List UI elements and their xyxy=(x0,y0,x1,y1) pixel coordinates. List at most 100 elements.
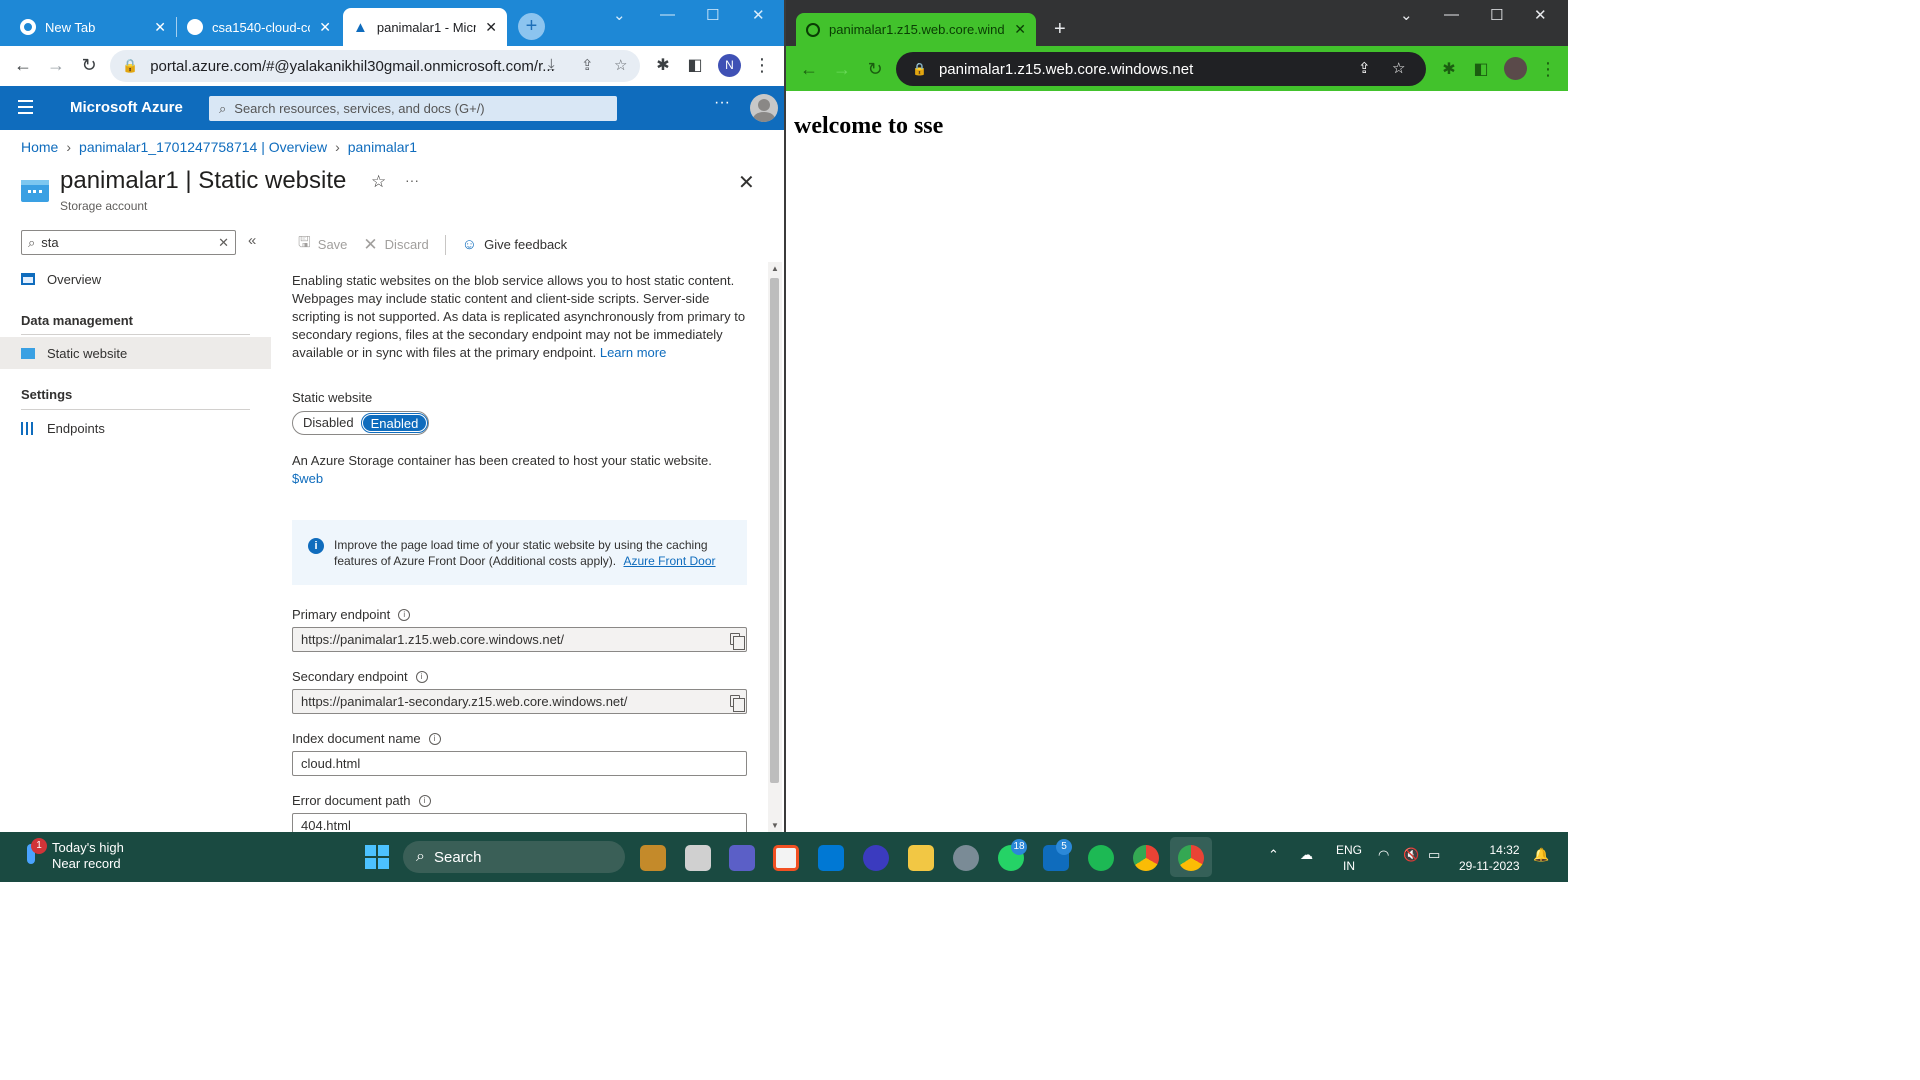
breadcrumb-home[interactable]: Home xyxy=(21,139,58,155)
tab-static-site[interactable]: panimalar1.z15.web.core.window ✕ xyxy=(796,13,1036,46)
share-icon[interactable]: ⇪ xyxy=(1358,59,1371,77)
scroll-thumb[interactable] xyxy=(770,278,779,783)
minimize-button[interactable]: — xyxy=(1444,6,1459,23)
close-icon[interactable]: ✕ xyxy=(319,19,331,36)
copilot-icon[interactable] xyxy=(863,845,889,871)
bookmark-star-icon[interactable]: ☆ xyxy=(1392,59,1405,77)
notification-bell-icon[interactable]: 🔔 xyxy=(1533,847,1549,863)
close-window-button[interactable]: ✕ xyxy=(752,6,765,24)
brand-name[interactable]: Microsoft Azure xyxy=(70,99,183,116)
global-search-input[interactable]: ⌕ Search resources, services, and docs (… xyxy=(209,96,617,121)
toggle-disabled-option[interactable]: Disabled xyxy=(295,414,362,432)
primary-endpoint-field[interactable]: https://panimalar1.z15.web.core.windows.… xyxy=(292,627,747,652)
reload-icon[interactable]: ↻ xyxy=(77,55,101,76)
chrome-menu-icon[interactable]: ⋮ xyxy=(1536,59,1560,80)
toggle-enabled-option[interactable]: Enabled xyxy=(360,413,429,433)
tab-azure-portal[interactable]: ▲ panimalar1 - Micr ✕ xyxy=(343,8,507,46)
clear-icon[interactable]: ✕ xyxy=(218,235,229,251)
wifi-icon[interactable]: ◠ xyxy=(1378,847,1389,863)
language-indicator[interactable]: ENG IN xyxy=(1336,842,1362,874)
forward-arrow-icon[interactable]: → xyxy=(830,59,854,80)
close-icon[interactable]: ✕ xyxy=(154,19,166,36)
address-bar[interactable]: 🔒 portal.azure.com/#@yalakanikhil30gmail… xyxy=(110,50,640,82)
more-icon[interactable]: ··· xyxy=(405,172,419,188)
sidebar-item-static-website[interactable]: Static website xyxy=(0,337,271,369)
file-explorer-icon[interactable] xyxy=(908,845,934,871)
chrome-profile-n-icon[interactable] xyxy=(1133,845,1159,871)
back-arrow-icon[interactable]: ← xyxy=(11,55,35,76)
favorite-star-icon[interactable]: ☆ xyxy=(371,172,386,192)
address-bar[interactable]: 🔒 panimalar1.z15.web.core.windows.net ⇪ … xyxy=(896,52,1426,86)
clock[interactable]: 14:32 29-11-2023 xyxy=(1459,842,1520,874)
chevron-down-icon[interactable]: ⌄ xyxy=(1400,6,1413,24)
breadcrumb-overview[interactable]: panimalar1_1701247758714 | Overview xyxy=(79,139,327,155)
weather-widget[interactable]: 1 Today's high Near record xyxy=(22,838,124,872)
index-document-input[interactable]: cloud.html xyxy=(292,751,747,776)
sidebar-search-input[interactable]: ⌕ sta ✕ xyxy=(21,230,236,255)
azure-front-door-link[interactable]: Azure Front Door xyxy=(623,554,715,568)
collapse-sidebar-icon[interactable]: « xyxy=(248,232,256,249)
spotify-icon[interactable] xyxy=(1088,845,1114,871)
side-panel-icon[interactable]: ◧ xyxy=(1469,59,1493,79)
sidebar-item-overview[interactable]: Overview xyxy=(0,263,271,295)
close-blade-icon[interactable]: ✕ xyxy=(738,170,755,195)
myhp-icon[interactable] xyxy=(818,845,844,871)
scroll-up-icon[interactable]: ▲ xyxy=(771,264,779,273)
profile-avatar[interactable]: N xyxy=(718,54,741,77)
teams-icon[interactable] xyxy=(729,845,755,871)
tab-new-tab[interactable]: New Tab ✕ xyxy=(10,8,176,46)
share-icon[interactable]: ⇪ xyxy=(581,56,594,74)
speaker-muted-icon[interactable]: 🔇 xyxy=(1403,847,1419,863)
more-options-icon[interactable]: ··· xyxy=(714,94,730,112)
profile-avatar[interactable] xyxy=(1504,57,1527,80)
copy-icon[interactable] xyxy=(730,695,745,712)
error-document-input[interactable]: 404.html xyxy=(292,813,747,832)
copilot-preview-icon[interactable] xyxy=(640,845,666,871)
web-container-link[interactable]: $web xyxy=(292,471,323,486)
install-icon[interactable]: ⤓ xyxy=(548,56,555,73)
taskbar-search[interactable]: ⌕ Search xyxy=(403,841,625,873)
close-window-button[interactable]: ✕ xyxy=(1534,6,1547,24)
windows-start-icon[interactable] xyxy=(365,845,389,869)
reload-icon[interactable]: ↻ xyxy=(863,59,887,80)
save-button[interactable]: 🖫 Save xyxy=(298,232,347,257)
secondary-endpoint-field[interactable]: https://panimalar1-secondary.z15.web.cor… xyxy=(292,689,747,714)
side-panel-icon[interactable]: ◧ xyxy=(683,55,707,75)
onedrive-icon[interactable]: ☁ xyxy=(1300,847,1313,863)
sidebar-item-endpoints[interactable]: Endpoints xyxy=(0,412,271,444)
bookmark-star-icon[interactable]: ☆ xyxy=(614,56,627,74)
close-icon[interactable]: ✕ xyxy=(1014,21,1026,38)
mail-icon[interactable]: 5 xyxy=(1043,839,1072,871)
give-feedback-button[interactable]: ☺ Give feedback xyxy=(462,236,567,253)
maximize-button[interactable]: ☐ xyxy=(706,6,719,24)
chrome-icon[interactable] xyxy=(1178,845,1204,871)
battery-icon[interactable]: ▭ xyxy=(1428,847,1440,863)
scroll-down-icon[interactable]: ▼ xyxy=(771,821,779,830)
chrome-menu-icon[interactable]: ⋮ xyxy=(750,55,774,76)
info-icon[interactable]: i xyxy=(428,732,441,745)
forward-arrow-icon[interactable]: → xyxy=(44,55,68,76)
chevron-up-icon[interactable]: ⌃ xyxy=(1268,847,1279,863)
discard-button[interactable]: ✕ Discard xyxy=(363,235,428,255)
task-view-icon[interactable] xyxy=(685,845,711,871)
copy-icon[interactable] xyxy=(730,633,745,650)
breadcrumb-resource[interactable]: panimalar1 xyxy=(348,139,417,155)
whatsapp-icon[interactable]: 18 xyxy=(998,839,1027,871)
chevron-down-icon[interactable]: ⌄ xyxy=(613,6,626,24)
static-website-toggle[interactable]: Disabled Enabled xyxy=(292,411,429,435)
new-tab-button[interactable]: + xyxy=(518,13,545,40)
hamburger-menu-icon[interactable] xyxy=(18,100,33,118)
maximize-button[interactable]: ☐ xyxy=(1490,6,1503,24)
extensions-icon[interactable]: ✱ xyxy=(651,55,675,75)
learn-more-link[interactable]: Learn more xyxy=(600,345,666,360)
extensions-icon[interactable]: ✱ xyxy=(1437,59,1461,79)
new-tab-button[interactable]: + xyxy=(1054,18,1066,41)
store-icon[interactable] xyxy=(773,845,799,871)
info-icon[interactable]: i xyxy=(415,670,428,683)
minimize-button[interactable]: — xyxy=(660,6,675,23)
settings-gear-icon[interactable] xyxy=(953,845,979,871)
content-scrollbar[interactable]: ▲ ▼ xyxy=(768,262,782,832)
close-icon[interactable]: ✕ xyxy=(485,19,497,36)
tab-github[interactable]: csa1540-cloud-co ✕ xyxy=(177,8,341,46)
account-avatar[interactable] xyxy=(750,94,778,122)
